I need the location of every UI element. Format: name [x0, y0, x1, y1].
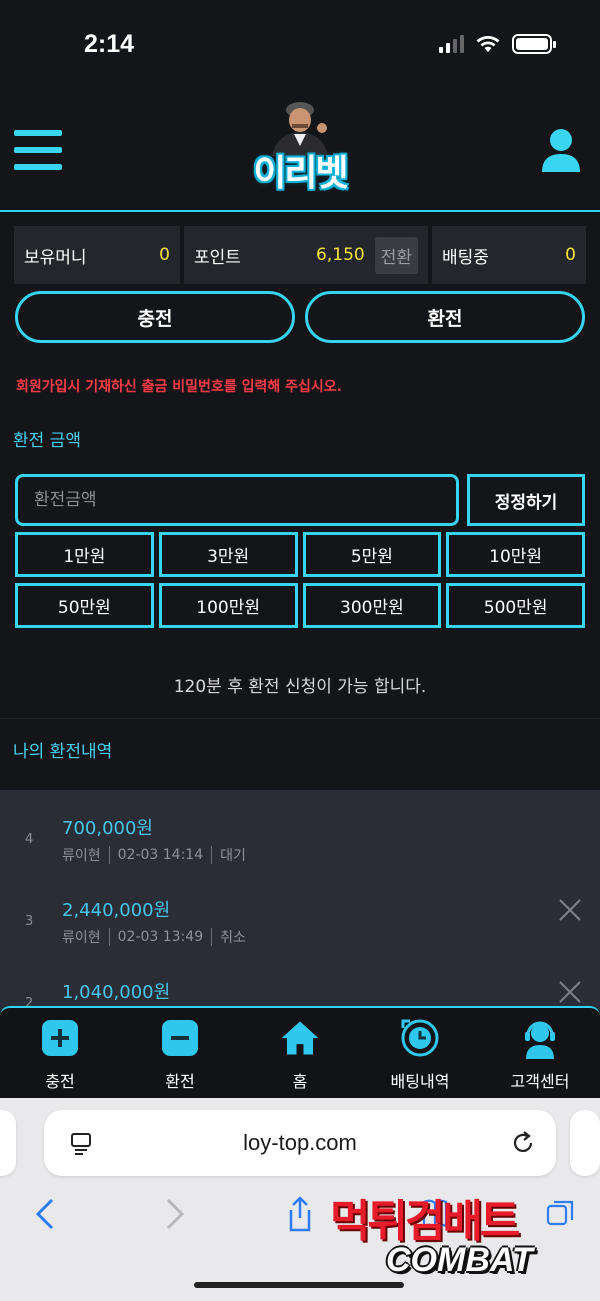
history-number: 4 — [25, 832, 34, 847]
tabs-icon[interactable] — [545, 1196, 575, 1232]
menu-icon[interactable] — [14, 130, 62, 170]
history-name: 류이현 — [62, 848, 101, 864]
convert-point-button[interactable]: 전환 — [374, 236, 418, 274]
history-item: 3 2,440,000원 류이현 02-03 13:49 취소 — [0, 880, 600, 962]
divider — [0, 718, 600, 719]
money-value: 0 — [159, 245, 170, 265]
preset-button[interactable]: 100만원 — [158, 583, 298, 628]
logo-text: 이리벳 — [253, 153, 348, 194]
history-status: 대기 — [220, 848, 246, 864]
top-nav: 이리벳 — [0, 90, 600, 212]
preset-button[interactable]: 300만원 — [302, 583, 442, 628]
preset-button[interactable]: 1만원 — [15, 532, 154, 577]
history-title: 나의 환전내역 — [13, 742, 113, 762]
close-icon[interactable] — [558, 980, 582, 1004]
plus-icon — [40, 1018, 80, 1058]
browser-nav — [0, 1196, 600, 1236]
history-meta: 류이현 02-03 13:49 취소 — [62, 927, 246, 947]
withdraw-button[interactable]: 환전 — [305, 291, 585, 343]
preset-button[interactable]: 5만원 — [302, 532, 442, 577]
back-icon[interactable] — [30, 1196, 60, 1232]
money-label: 보유머니 — [24, 247, 87, 268]
nav-withdraw-label: 환전 — [165, 1072, 195, 1091]
signal-icon — [439, 35, 464, 53]
address-bar[interactable]: loy-top.com — [44, 1110, 556, 1176]
history-datetime: 02-03 14:14 — [117, 847, 204, 863]
share-icon[interactable] — [285, 1196, 315, 1232]
status-time: 2:14 — [84, 30, 135, 58]
betting-value: 0 — [565, 245, 576, 265]
nav-bet-history-label: 배팅내역 — [390, 1072, 450, 1091]
wait-message: 120분 후 환전 신청이 가능 합니다. — [173, 677, 427, 697]
history-amount: 1,040,000원 — [62, 982, 171, 1003]
system-icons — [439, 34, 556, 54]
balance-bar: 보유머니 0 포인트 6,150 전환 배팅중 0 — [14, 226, 586, 284]
history-item: 4 700,000원 류이현 02-03 14:14 대기 — [0, 798, 600, 880]
betting-label: 배팅중 — [442, 247, 489, 268]
bookmarks-icon[interactable] — [420, 1196, 450, 1232]
nav-deposit[interactable]: 충전 — [0, 1008, 120, 1098]
point-balance: 포인트 6,150 전환 — [184, 226, 428, 284]
history-status: 취소 — [220, 930, 246, 946]
reset-amount-button[interactable]: 정정하기 — [467, 474, 585, 526]
amount-row: 정정하기 — [15, 474, 585, 526]
nav-withdraw[interactable]: 환전 — [120, 1008, 240, 1098]
amount-presets: 1만원 3만원 5만원 10만원 50만원 100만원 300만원 500만원 — [15, 532, 585, 628]
betting-balance: 배팅중 0 — [432, 226, 586, 284]
minus-icon — [160, 1018, 200, 1058]
withdraw-history: 4 700,000원 류이현 02-03 14:14 대기 3 2,440,00… — [0, 790, 600, 1010]
preset-button[interactable]: 3만원 — [158, 532, 298, 577]
headset-icon — [520, 1018, 560, 1059]
close-icon[interactable] — [558, 898, 582, 922]
history-amount: 700,000원 — [62, 818, 153, 839]
point-label: 포인트 — [194, 247, 241, 268]
next-tab[interactable] — [570, 1110, 600, 1176]
history-icon — [400, 1018, 440, 1058]
bottom-nav: 충전 환전 홈 배팅내역 고객센터 — [0, 1006, 600, 1098]
url-text: loy-top.com — [243, 1130, 357, 1155]
history-amount: 2,440,000원 — [62, 900, 171, 921]
nav-home-label: 홈 — [292, 1072, 308, 1091]
nav-support-label: 고객센터 — [510, 1072, 570, 1091]
preset-button[interactable]: 50만원 — [15, 583, 154, 628]
browser-toolbar: loy-top.com — [0, 1098, 600, 1301]
withdraw-amount-title: 환전 금액 — [13, 431, 81, 451]
point-value: 6,150 — [316, 245, 365, 265]
battery-icon — [512, 34, 556, 54]
deposit-button[interactable]: 충전 — [15, 291, 295, 343]
history-datetime: 02-03 13:49 — [117, 929, 204, 945]
password-notice: 회원가입시 기재하신 출금 비밀번호를 입력해 주십시오. — [16, 379, 342, 395]
wifi-icon — [476, 36, 500, 52]
brand-logo[interactable]: 이리벳 — [238, 98, 362, 206]
nav-home[interactable]: 홈 — [240, 1008, 360, 1098]
forward-icon[interactable] — [160, 1196, 190, 1232]
home-icon — [280, 1018, 320, 1058]
preset-button[interactable]: 500만원 — [446, 583, 585, 628]
history-number: 3 — [25, 914, 34, 929]
withdraw-amount-input[interactable] — [15, 474, 459, 526]
history-name: 류이현 — [62, 930, 101, 946]
history-meta: 류이현 02-03 14:14 대기 — [62, 845, 246, 865]
history-item: 2 1,040,000원 — [0, 962, 600, 1010]
preset-button[interactable]: 10만원 — [446, 532, 585, 577]
main-actions: 충전 환전 — [15, 291, 585, 343]
home-indicator — [194, 1282, 404, 1288]
nav-support[interactable]: 고객센터 — [480, 1008, 600, 1098]
reload-icon[interactable] — [510, 1130, 536, 1156]
nav-deposit-label: 충전 — [45, 1072, 75, 1091]
money-balance: 보유머니 0 — [14, 226, 180, 284]
nav-bet-history[interactable]: 배팅내역 — [360, 1008, 480, 1098]
user-icon[interactable] — [542, 128, 580, 172]
prev-tab[interactable] — [0, 1110, 16, 1176]
status-bar: 2:14 — [0, 0, 600, 90]
